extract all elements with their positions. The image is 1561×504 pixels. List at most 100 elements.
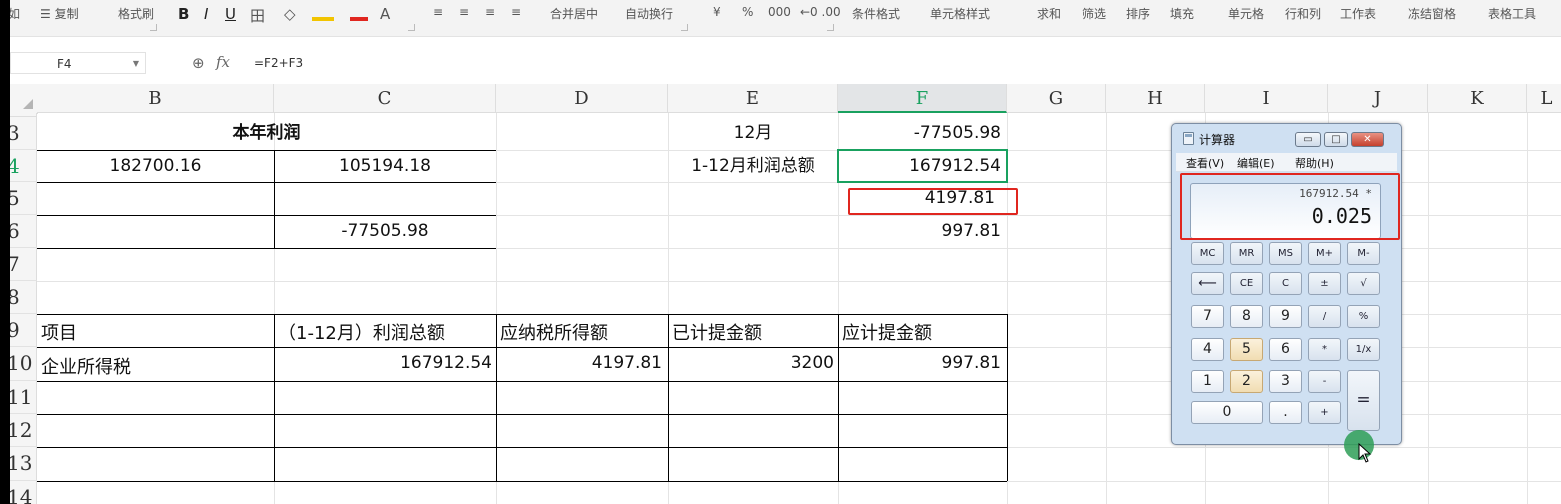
merge-center-button[interactable]: 合并居中: [550, 5, 598, 22]
multiply-button[interactable]: *: [1308, 338, 1341, 361]
add-button[interactable]: +: [1308, 401, 1341, 424]
ce-button[interactable]: CE: [1230, 272, 1263, 295]
column-header-d[interactable]: D: [496, 84, 668, 113]
cell-f6[interactable]: 997.81: [838, 215, 1007, 248]
mc-button[interactable]: MC: [1191, 242, 1224, 265]
worksheet-button[interactable]: 工作表: [1340, 5, 1376, 22]
digit-5-button[interactable]: 5: [1230, 338, 1263, 361]
conditional-format-button[interactable]: 条件格式: [852, 5, 900, 22]
digit-3-button[interactable]: 3: [1269, 370, 1302, 393]
row-col-button[interactable]: 行和列: [1285, 5, 1321, 22]
group-launcher-icon[interactable]: [408, 24, 415, 31]
column-header-b[interactable]: B: [37, 84, 274, 113]
cell-e3[interactable]: 12月: [668, 117, 838, 150]
cell-e10[interactable]: 3200: [668, 347, 838, 381]
cell-e4[interactable]: 1-12月利润总额: [668, 150, 838, 182]
bold-button[interactable]: B: [178, 5, 189, 23]
row-header-9[interactable]: 9: [10, 314, 37, 347]
row-header-14[interactable]: 14: [10, 481, 37, 504]
cell-button[interactable]: 单元格: [1228, 5, 1264, 22]
cell-c10[interactable]: 167912.54: [274, 347, 496, 381]
table-tools-button[interactable]: 表格工具: [1488, 5, 1536, 22]
decimal-point-button[interactable]: .: [1269, 401, 1302, 424]
sum-button[interactable]: 求和: [1037, 5, 1061, 22]
column-header-e[interactable]: E: [668, 84, 838, 113]
italic-button[interactable]: I: [204, 5, 208, 23]
sqrt-button[interactable]: √: [1347, 272, 1380, 295]
cell-f3[interactable]: -77505.98: [838, 117, 1007, 150]
digit-1-button[interactable]: 1: [1191, 370, 1224, 393]
fx-icon[interactable]: fx: [216, 53, 230, 71]
cell-b4[interactable]: 182700.16: [37, 150, 274, 182]
clear-button[interactable]: C: [1269, 272, 1302, 295]
digit-7-button[interactable]: 7: [1191, 305, 1224, 328]
clear-icon[interactable]: A: [380, 5, 390, 23]
cell-d10[interactable]: 4197.81: [496, 347, 668, 381]
minimize-button[interactable]: ▭: [1295, 132, 1321, 147]
m-plus-button[interactable]: M+: [1308, 242, 1341, 265]
digit-9-button[interactable]: 9: [1269, 305, 1302, 328]
equals-button[interactable]: =: [1347, 370, 1380, 431]
digit-6-button[interactable]: 6: [1269, 338, 1302, 361]
freeze-panes-button[interactable]: 冻结窗格: [1408, 5, 1456, 22]
row-header-7[interactable]: 7: [10, 248, 37, 281]
row-header-11[interactable]: 11: [10, 381, 37, 414]
cell-f9[interactable]: 应计提金额: [838, 314, 1007, 347]
menu-edit[interactable]: 编辑(E): [1237, 155, 1275, 171]
calculator-window[interactable]: 计算器 ▭ □ ✕ 查看(V) 编辑(E) 帮助(H) 167912.54 * …: [1171, 123, 1402, 445]
thousands-icon[interactable]: 000: [768, 5, 791, 19]
name-box[interactable]: F4 ▼: [10, 52, 146, 74]
row-header-8[interactable]: 8: [10, 281, 37, 314]
group-launcher-icon[interactable]: [150, 24, 157, 31]
cell-b3[interactable]: 本年利润: [37, 117, 496, 150]
format-painter-button[interactable]: 格式刷: [118, 5, 154, 22]
backspace-button[interactable]: ⟵: [1191, 272, 1224, 295]
reciprocal-button[interactable]: 1/x: [1347, 338, 1380, 361]
m-minus-button[interactable]: M-: [1347, 242, 1380, 265]
row-header-6[interactable]: 6: [10, 215, 37, 248]
cell-style-button[interactable]: 单元格样式: [930, 5, 990, 22]
align-center-icon[interactable]: ≡: [459, 5, 469, 19]
wrap-text-button[interactable]: 自动换行: [625, 5, 673, 22]
cell-f10[interactable]: 997.81: [838, 347, 1007, 381]
percent-icon[interactable]: %: [742, 5, 753, 19]
cell-d9[interactable]: 应纳税所得额: [496, 314, 668, 347]
menu-view[interactable]: 查看(V): [1186, 155, 1224, 171]
percent-button[interactable]: %: [1347, 305, 1380, 328]
column-header-g[interactable]: G: [1007, 84, 1106, 113]
ms-button[interactable]: MS: [1269, 242, 1302, 265]
row-header-3[interactable]: 3: [10, 117, 37, 150]
close-button[interactable]: ✕: [1351, 132, 1384, 147]
plus-minus-button[interactable]: ±: [1308, 272, 1341, 295]
column-header-k[interactable]: K: [1428, 84, 1527, 113]
group-launcher-icon[interactable]: [681, 24, 688, 31]
cell-b10[interactable]: 企业所得税: [37, 347, 274, 381]
cell-e9[interactable]: 已计提金额: [668, 314, 838, 347]
select-all-corner[interactable]: [10, 84, 38, 114]
digit-2-button[interactable]: 2: [1230, 370, 1263, 393]
toolbar-item[interactable]: 如: [10, 5, 20, 22]
row-header-5[interactable]: 5: [10, 182, 37, 215]
group-launcher-icon[interactable]: [827, 24, 834, 31]
cell-b9[interactable]: 项目: [37, 314, 274, 347]
column-header-c[interactable]: C: [274, 84, 496, 113]
menu-help[interactable]: 帮助(H): [1295, 155, 1334, 171]
column-header-j[interactable]: J: [1328, 84, 1428, 113]
digit-8-button[interactable]: 8: [1230, 305, 1263, 328]
copy-button[interactable]: ☰ 复制: [40, 5, 79, 22]
zoom-search-icon[interactable]: ⊕: [192, 54, 205, 72]
currency-icon[interactable]: ¥: [713, 5, 721, 19]
digit-0-button[interactable]: 0: [1191, 401, 1263, 424]
sort-button[interactable]: 排序: [1126, 5, 1150, 22]
column-header-i[interactable]: I: [1205, 84, 1328, 113]
mr-button[interactable]: MR: [1230, 242, 1263, 265]
cell-c6[interactable]: -77505.98: [274, 215, 496, 248]
maximize-button[interactable]: □: [1324, 132, 1348, 147]
subtract-button[interactable]: -: [1308, 370, 1341, 393]
calculator-titlebar[interactable]: 计算器 ▭ □ ✕: [1172, 124, 1401, 151]
align-left-icon[interactable]: ≡: [433, 5, 443, 19]
digit-4-button[interactable]: 4: [1191, 338, 1224, 361]
underline-button[interactable]: U: [225, 5, 236, 23]
row-header-12[interactable]: 12: [10, 414, 37, 447]
border-icon[interactable]: 田: [250, 5, 265, 26]
